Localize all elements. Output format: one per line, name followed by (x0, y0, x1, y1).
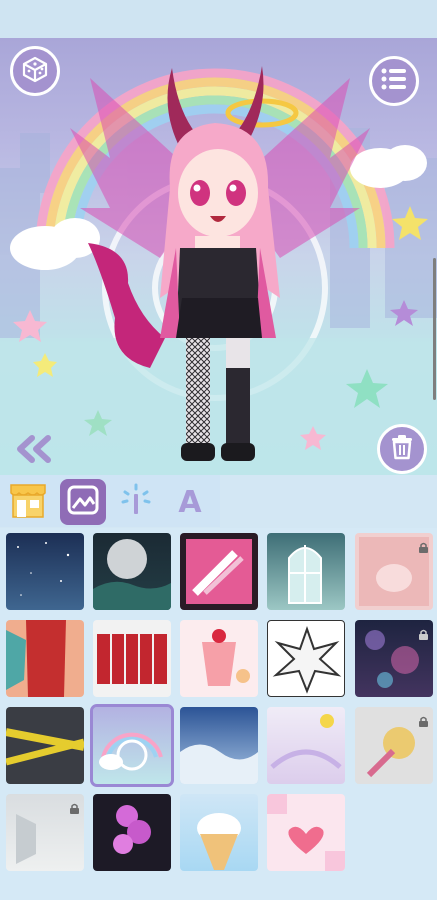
scrollbar[interactable] (433, 258, 436, 400)
collapse-button[interactable] (12, 434, 56, 464)
tab-text[interactable]: A (167, 479, 213, 525)
list-icon (380, 67, 408, 95)
dice-icon (21, 55, 49, 87)
random-outfit-button[interactable] (10, 46, 60, 96)
scene-background (0, 66, 437, 475)
delete-button[interactable] (377, 424, 427, 474)
tab-effects[interactable] (113, 479, 159, 525)
shop-icon (8, 481, 48, 523)
bg-thumb-pink-cake[interactable] (355, 533, 433, 610)
bg-thumb-blue-waves[interactable] (180, 707, 258, 784)
bg-thumb-pink-hearts[interactable] (267, 794, 345, 871)
lock-icon (418, 538, 429, 553)
picture-icon (66, 484, 100, 520)
bg-thumb-rainbow-clouds[interactable] (90, 704, 174, 787)
bg-thumb-dessert-drink[interactable] (180, 620, 258, 697)
bg-thumb-syringes[interactable] (180, 533, 258, 610)
magic-wand-icon (119, 483, 153, 521)
bg-thumb-red-scales[interactable] (6, 620, 84, 697)
bg-thumb-purple-balloons[interactable] (93, 794, 171, 871)
bg-thumb-ice-cream[interactable] (180, 794, 258, 871)
app-root: A (0, 0, 437, 900)
menu-button[interactable] (369, 56, 419, 106)
bg-thumb-starry-night[interactable] (6, 533, 84, 610)
bg-thumb-arched-window[interactable] (267, 533, 345, 610)
double-chevron-left-icon (12, 435, 56, 468)
trash-icon (390, 434, 414, 464)
bg-thumb-empty-room[interactable] (6, 794, 84, 871)
tab-shop[interactable] (5, 479, 51, 525)
status-bar (0, 0, 437, 38)
bg-thumb-blood-bags[interactable] (93, 620, 171, 697)
bg-thumb-caution-tape[interactable] (6, 707, 84, 784)
bg-thumb-sun-rainbow[interactable] (267, 707, 345, 784)
lock-icon (69, 799, 80, 814)
lock-icon (418, 712, 429, 727)
character-scene (0, 38, 437, 475)
bg-thumb-bokeh-lights[interactable] (355, 620, 433, 697)
bg-thumb-full-moon[interactable] (93, 533, 171, 610)
category-tabs: A (0, 475, 220, 527)
tab-backgrounds[interactable] (60, 479, 106, 525)
bg-thumb-gem-wand[interactable] (355, 707, 433, 784)
background-grid (0, 528, 437, 900)
lock-icon (418, 625, 429, 640)
bg-thumb-comic-burst[interactable] (267, 620, 345, 697)
tab-text-label: A (178, 484, 202, 520)
